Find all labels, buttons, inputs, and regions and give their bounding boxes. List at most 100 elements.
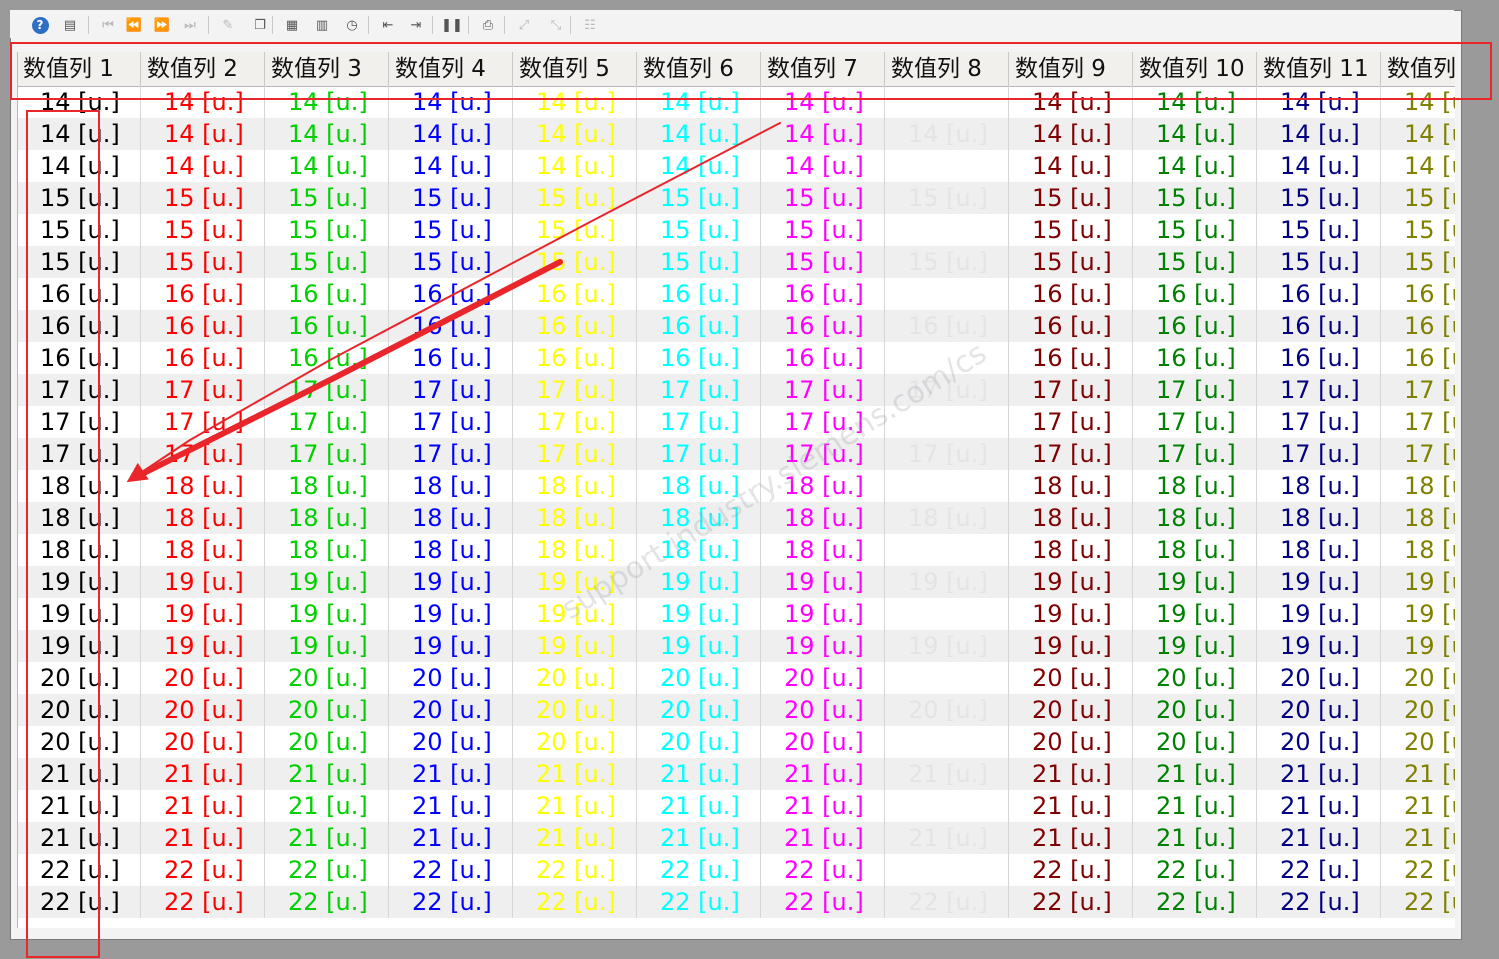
table-cell[interactable]: 21 [u.] xyxy=(142,758,265,790)
table-cell[interactable]: 19 [u.] xyxy=(1010,630,1133,662)
table-row[interactable]: 17 [u.] 17 [u.] 17 [u.] 17 [u.] 17 [u.] 17 [u… xyxy=(18,374,1455,406)
table-cell[interactable]: 16 [u.] xyxy=(1134,310,1257,342)
column-header-2[interactable]: 数值列 2 xyxy=(142,52,265,86)
table-cell[interactable]: 17 [u.] xyxy=(390,438,513,470)
table-row[interactable]: 18 [u.] 18 [u.] 18 [u.] 18 [u.] 18 [u.] 18 [u… xyxy=(18,470,1455,502)
table-cell[interactable]: 14 [u.] xyxy=(390,86,513,118)
table-cell[interactable]: 16 [u.] xyxy=(1258,342,1381,374)
table-cell[interactable]: 17 [u.] xyxy=(762,406,885,438)
table-cell[interactable]: 19 [u.] xyxy=(266,598,389,630)
table-cell[interactable]: 15 [u.] xyxy=(1258,214,1381,246)
table-cell[interactable]: 17 [u.] xyxy=(266,438,389,470)
column-header-1[interactable]: 数值列 1 xyxy=(18,52,141,86)
table-cell[interactable]: 16 [u.] xyxy=(762,310,885,342)
table-cell[interactable]: 16 [u.] xyxy=(1382,342,1455,374)
table-cell[interactable]: 22 [u.] xyxy=(1258,854,1381,886)
table-cell[interactable]: 17 [u.] xyxy=(142,374,265,406)
table-cell[interactable]: 20 [u.] xyxy=(390,662,513,694)
table-cell[interactable]: 17 [u.] xyxy=(638,438,761,470)
table-cell[interactable]: 17 [u.] xyxy=(1134,406,1257,438)
table-cell[interactable]: 19 [u.] xyxy=(266,566,389,598)
table-cell[interactable] xyxy=(886,278,1009,310)
table-cell[interactable]: 18 [u.] xyxy=(142,502,265,534)
notes-button[interactable]: ☷ xyxy=(580,15,600,35)
table-cell[interactable]: 14 [u.] xyxy=(1382,86,1455,118)
table-cell[interactable]: 20 [u.] xyxy=(390,726,513,758)
table-row[interactable]: 16 [u.] 16 [u.] 16 [u.] 16 [u.] 16 [u.] 16 [u… xyxy=(18,342,1455,374)
table-cell[interactable]: 21 [u.] xyxy=(886,822,1009,854)
table-cell[interactable]: 17 [u.] xyxy=(142,438,265,470)
table-cell[interactable]: 16 [u.] xyxy=(390,278,513,310)
table-cell[interactable]: 18 [u.] xyxy=(1258,502,1381,534)
table-cell[interactable]: 20 [u.] xyxy=(266,662,389,694)
table-cell[interactable]: 14 [u.] xyxy=(1382,118,1455,150)
table-cell[interactable]: 19 [u.] xyxy=(1134,630,1257,662)
table-cell[interactable]: 16 [u.] xyxy=(1258,310,1381,342)
table-cell[interactable]: 17 [u.] xyxy=(1010,406,1133,438)
table-cell[interactable]: 22 [u.] xyxy=(886,886,1009,918)
table-cell[interactable]: 19 [u.] xyxy=(142,598,265,630)
table-row[interactable]: 15 [u.] 15 [u.] 15 [u.] 15 [u.] 15 [u.] 15 [u… xyxy=(18,214,1455,246)
table-cell[interactable]: 18 [u.] xyxy=(142,470,265,502)
table-cell[interactable]: 15 [u.] xyxy=(886,182,1009,214)
table-cell[interactable]: 15 [u.] xyxy=(762,246,885,278)
timer-button[interactable]: ◷ xyxy=(342,15,362,35)
table-cell[interactable]: 15 [u.] xyxy=(762,214,885,246)
table-cell[interactable]: 21 [u.] xyxy=(390,822,513,854)
table-cell[interactable]: 18 [u.] xyxy=(762,502,885,534)
table-cell[interactable]: 19 [u.] xyxy=(638,566,761,598)
table-cell[interactable]: 16 [u.] xyxy=(18,342,141,374)
table-cell[interactable]: 16 [u.] xyxy=(1010,278,1133,310)
table-cell[interactable]: 18 [u.] xyxy=(1382,470,1455,502)
table-cell[interactable]: 15 [u.] xyxy=(142,214,265,246)
table-cell[interactable]: 21 [u.] xyxy=(18,790,141,822)
pause-button[interactable]: ❚❚ xyxy=(441,15,463,35)
table-cell[interactable]: 14 [u.] xyxy=(1010,150,1133,182)
table-cell[interactable]: 18 [u.] xyxy=(762,534,885,566)
table-cell[interactable]: 18 [u.] xyxy=(266,534,389,566)
table-cell[interactable]: 22 [u.] xyxy=(266,886,389,918)
table-cell[interactable]: 19 [u.] xyxy=(886,630,1009,662)
table-cell[interactable]: 15 [u.] xyxy=(1382,182,1455,214)
table-cell[interactable]: 20 [u.] xyxy=(1134,694,1257,726)
table-cell[interactable]: 17 [u.] xyxy=(1134,438,1257,470)
table-cell[interactable]: 19 [u.] xyxy=(1010,598,1133,630)
column-header-10[interactable]: 数值列 10 xyxy=(1134,52,1257,86)
previous-record-button[interactable]: ⏪ xyxy=(124,15,144,35)
table-cell[interactable]: 22 [u.] xyxy=(18,854,141,886)
table-cell[interactable]: 16 [u.] xyxy=(514,342,637,374)
table-cell[interactable]: 15 [u.] xyxy=(638,214,761,246)
print-button[interactable]: ⎙ xyxy=(478,15,498,35)
table-cell[interactable] xyxy=(886,342,1009,374)
table-cell[interactable]: 21 [u.] xyxy=(18,822,141,854)
table-cell[interactable]: 14 [u.] xyxy=(18,150,141,182)
zoom-button[interactable]: ⤡ xyxy=(546,15,566,35)
table-cell[interactable]: 14 [u.] xyxy=(266,150,389,182)
table-cell[interactable]: 21 [u.] xyxy=(390,758,513,790)
table-cell[interactable]: 20 [u.] xyxy=(266,694,389,726)
table-row[interactable]: 20 [u.] 20 [u.] 20 [u.] 20 [u.] 20 [u.] 20 [u… xyxy=(18,662,1455,694)
table-cell[interactable]: 17 [u.] xyxy=(18,406,141,438)
table-cell[interactable]: 18 [u.] xyxy=(1382,534,1455,566)
table-cell[interactable]: 14 [u.] xyxy=(1134,118,1257,150)
table-cell[interactable]: 19 [u.] xyxy=(390,598,513,630)
table-cell[interactable]: 21 [u.] xyxy=(142,790,265,822)
table-cell[interactable]: 17 [u.] xyxy=(266,406,389,438)
table-cell[interactable]: 15 [u.] xyxy=(638,182,761,214)
table-cell[interactable]: 16 [u.] xyxy=(514,310,637,342)
table-cell[interactable]: 16 [u.] xyxy=(1010,342,1133,374)
column-header-12[interactable]: 数值列 12 xyxy=(1382,52,1455,86)
table-cell[interactable]: 16 [u.] xyxy=(638,310,761,342)
table-cell[interactable]: 22 [u.] xyxy=(1382,854,1455,886)
table-cell[interactable]: 15 [u.] xyxy=(638,246,761,278)
table-cell[interactable]: 20 [u.] xyxy=(1258,694,1381,726)
table-cell[interactable]: 21 [u.] xyxy=(886,758,1009,790)
table-cell[interactable]: 15 [u.] xyxy=(18,182,141,214)
table-cell[interactable]: 15 [u.] xyxy=(266,214,389,246)
table-row[interactable]: 22 [u.] 22 [u.] 22 [u.] 22 [u.] 22 [u.] 22 [u… xyxy=(18,886,1455,918)
table-cell[interactable]: 15 [u.] xyxy=(514,182,637,214)
table-cell[interactable]: 14 [u.] xyxy=(638,86,761,118)
table-cell[interactable]: 18 [u.] xyxy=(390,470,513,502)
table-cell[interactable]: 14 [u.] xyxy=(390,118,513,150)
table-cell[interactable]: 15 [u.] xyxy=(762,182,885,214)
